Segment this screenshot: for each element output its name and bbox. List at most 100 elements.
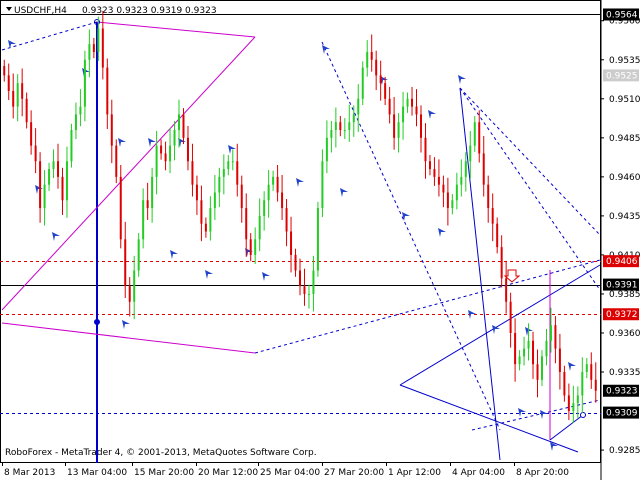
candle-body (155, 145, 158, 177)
candle-body (473, 122, 476, 146)
trend-line-1 (1, 21, 98, 51)
collapse-arrow-icon[interactable] (6, 7, 12, 11)
candle-body (52, 161, 55, 170)
candle-body (133, 270, 136, 302)
candle-body (200, 200, 203, 224)
price-label: 0.9309 (606, 409, 638, 419)
candle-body (558, 348, 561, 373)
candle-body (276, 176, 279, 193)
candle-body (263, 200, 266, 216)
y-tick-label: 0.9535 (609, 56, 640, 66)
candle-body (437, 176, 440, 185)
candle-body (151, 176, 154, 209)
candle-body (281, 192, 284, 209)
candle-body (142, 200, 145, 240)
candle-body (464, 161, 467, 177)
candle-body (254, 239, 257, 255)
candle-body (433, 169, 436, 177)
price-axis[interactable]: 0.95600.95350.95100.94850.94600.94350.94… (601, 8, 640, 456)
candle-body (379, 75, 382, 84)
price-label: 0.9323 (606, 387, 638, 397)
candle-body (393, 114, 396, 138)
candle-body (218, 176, 221, 193)
time-axis[interactable]: 8 Mar 2013 13 Mar 04:00 15 Mar 20:00 20 Mar… (2, 462, 570, 478)
x-tick-label: 15 Mar 20:00 (134, 468, 194, 478)
fractal-arrow-icon (118, 138, 126, 147)
candle-body (352, 114, 355, 123)
candle-body (334, 122, 337, 131)
fractal-arrow-icon (402, 212, 410, 221)
candle-body (509, 301, 512, 333)
candle-body (34, 145, 37, 162)
candle-body (245, 208, 248, 240)
fractal-arrow-icon (170, 250, 178, 259)
candle-body (563, 372, 566, 396)
price-chart[interactable]: USDCHF,H4 0.9323 0.9323 0.9319 0.9323 Ro… (0, 0, 640, 480)
candle-body (500, 247, 503, 279)
candle-body (590, 364, 593, 380)
y-tick-label: 0.9285 (609, 446, 640, 456)
candle-body (460, 176, 463, 185)
candle-body (316, 208, 319, 271)
candle-body (240, 184, 243, 209)
candle-body (294, 254, 297, 271)
candle-body (585, 364, 588, 373)
x-tick-label: 20 Mar 12:00 (198, 468, 258, 478)
x-tick-label: 8 Mar 2013 (4, 468, 55, 478)
candle-body (442, 184, 445, 193)
candle-body (61, 176, 64, 201)
price-label: 0.9406 (606, 257, 638, 267)
candle-body (415, 106, 418, 115)
trend-line-2 (254, 259, 601, 354)
candle-body (48, 169, 51, 185)
candle-body (178, 114, 181, 131)
candle-body (339, 122, 342, 131)
candle-body (375, 59, 378, 76)
chart-window[interactable]: USDCHF,H4 0.9323 0.9323 0.9319 0.9323 Ro… (0, 0, 640, 480)
candle-body (160, 145, 163, 154)
fractal-arrow-icon (228, 145, 236, 154)
candle-body (39, 161, 42, 209)
candle-body (110, 114, 113, 146)
candle-body (30, 122, 33, 146)
candle-body (487, 184, 490, 209)
candle-body (272, 176, 275, 185)
candle-body (406, 98, 409, 107)
candle-body (370, 51, 373, 60)
candle-body (402, 106, 405, 123)
candle-body (70, 130, 73, 162)
candle-body (343, 130, 346, 132)
candle-body (325, 137, 328, 162)
candle-body (361, 67, 364, 99)
x-tick-label: 13 Mar 04:00 (67, 468, 127, 478)
candle-body (191, 161, 194, 185)
candle-body (169, 145, 172, 162)
candle-body (182, 114, 185, 138)
wave-point-marker (94, 319, 100, 325)
candle-body (518, 356, 521, 365)
candle-body (491, 208, 494, 224)
price-label: 0.9391 (606, 281, 638, 291)
candle-body (299, 270, 301, 287)
y-tick-label: 0.9360 (609, 329, 640, 339)
candle-body (106, 67, 109, 115)
candle-body (186, 137, 189, 162)
candle-body (496, 223, 499, 248)
candle-body (527, 340, 530, 349)
candle-body (204, 223, 207, 232)
candle-body (97, 28, 100, 52)
magenta-line-1 (96, 21, 256, 38)
x-tick-label: 25 Mar 04:00 (260, 468, 320, 478)
y-tick-label: 0.9435 (609, 212, 640, 222)
candle-body (79, 106, 82, 115)
trend-line-3 (321, 41, 501, 431)
plot-frame (0, 0, 601, 463)
candle-body (258, 215, 261, 240)
price-label: 0.9525 (606, 71, 638, 81)
candle-body (303, 286, 306, 294)
candle-body (249, 239, 252, 255)
fractal-arrow-icon (540, 410, 548, 419)
y-tick-label: 0.9335 (609, 368, 640, 378)
candle-body (549, 325, 552, 341)
trend-line-4 (459, 87, 601, 291)
